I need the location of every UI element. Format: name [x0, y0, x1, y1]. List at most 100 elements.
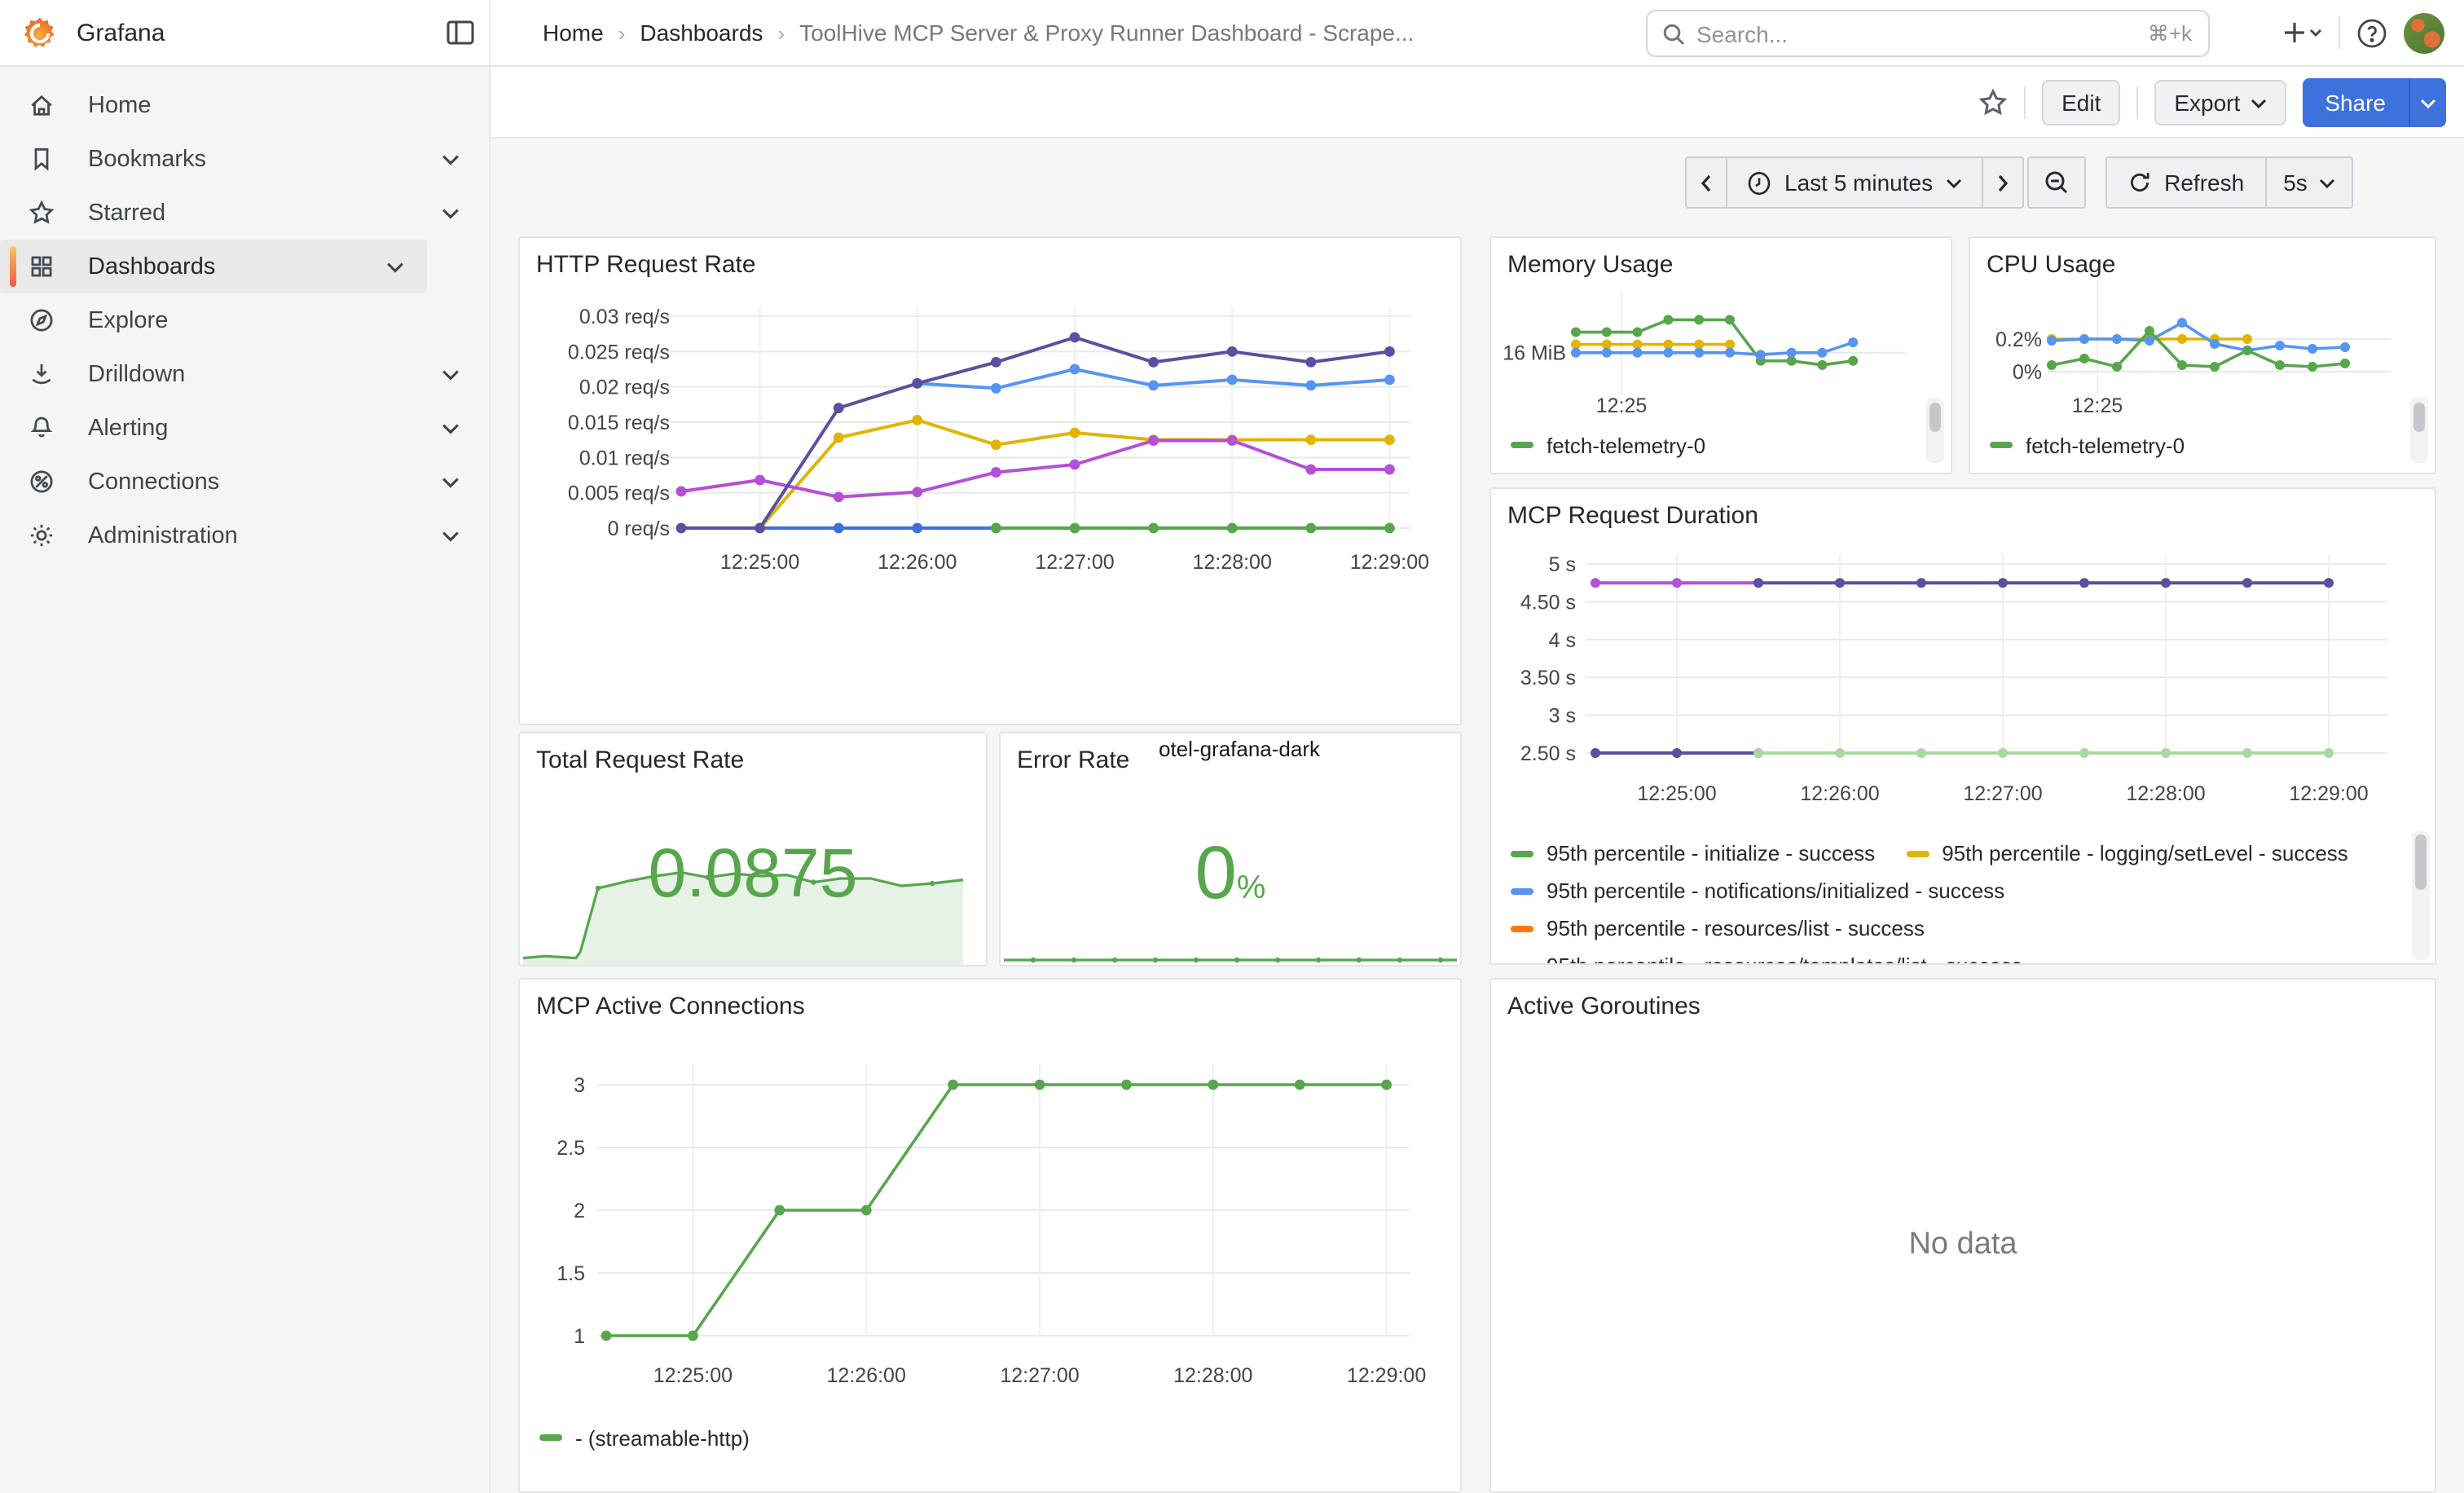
- panel-http-request-rate: HTTP Request Rate 0 req/s0.005 req/s0.01…: [518, 236, 1462, 725]
- time-back-button[interactable]: [1685, 156, 1727, 209]
- dashboards-grid-icon: [28, 253, 55, 280]
- legend-item[interactable]: fetch-telemetry-0: [1511, 433, 1705, 457]
- sidebar-item-bookmarks[interactable]: Bookmarks: [0, 132, 482, 186]
- panel-title[interactable]: MCP Active Connections: [536, 993, 805, 1020]
- edit-button[interactable]: Edit: [2042, 80, 2120, 126]
- svg-text:12:26:00: 12:26:00: [827, 1364, 906, 1387]
- sidebar-item-label: Connections: [88, 469, 442, 495]
- nav-actions: [2283, 0, 2464, 65]
- sidebar-item-home[interactable]: Home: [0, 78, 482, 132]
- drilldown-icon: [28, 360, 55, 388]
- share-menu-caret[interactable]: [2409, 78, 2446, 127]
- legend-scrollbar[interactable]: [2415, 835, 2427, 890]
- chevron-down-icon[interactable]: [442, 413, 460, 443]
- refresh-interval-dropdown[interactable]: 5s: [2267, 156, 2353, 209]
- panel-title[interactable]: Error Rate: [1017, 746, 1129, 774]
- sidebar-item-drilldown[interactable]: Drilldown: [0, 347, 482, 401]
- legend-label: fetch-telemetry-0: [1547, 433, 1705, 457]
- search-input[interactable]: Search... ⌘+k: [1646, 10, 2210, 57]
- panel-title[interactable]: HTTP Request Rate: [536, 251, 756, 279]
- memory-legend: fetch-telemetry-0: [1511, 427, 1915, 469]
- svg-text:12:26:00: 12:26:00: [1800, 782, 1879, 805]
- sidebar-item-label: Explore: [88, 307, 482, 333]
- legend-item[interactable]: - (streamable-http): [539, 1425, 750, 1450]
- sidebar-item-administration[interactable]: Administration: [0, 509, 482, 562]
- zoom-out-button[interactable]: [2027, 156, 2086, 209]
- search-shortcut: ⌘+k: [2148, 20, 2192, 46]
- duration-legend: 95th percentile - initialize - success 95…: [1511, 835, 2399, 963]
- panel-cpu-usage: CPU Usage 0%0.2%12:25 fetch-telemetry-0: [1969, 236, 2436, 474]
- svg-text:0.015 req/s: 0.015 req/s: [568, 412, 670, 434]
- chevron-down-icon: [1946, 177, 1962, 188]
- no-data-message: No data: [1491, 1227, 2435, 1263]
- svg-text:12:28:00: 12:28:00: [2126, 782, 2205, 805]
- panel-title[interactable]: MCP Request Duration: [1507, 502, 1758, 530]
- sidebar-item-dashboards[interactable]: Dashboards: [0, 240, 427, 293]
- sidebar-item-explore[interactable]: Explore: [0, 293, 482, 347]
- share-button[interactable]: Share: [2302, 78, 2409, 127]
- legend-label: - (streamable-http): [575, 1425, 750, 1450]
- chevron-down-icon[interactable]: [442, 198, 460, 227]
- breadcrumb-dashboards[interactable]: Dashboards: [640, 20, 763, 46]
- legend-scrollbar[interactable]: [2413, 403, 2425, 432]
- svg-text:12:27:00: 12:27:00: [1035, 551, 1114, 574]
- refresh-label: Refresh: [2164, 170, 2244, 196]
- clock-icon: [1747, 170, 1771, 195]
- legend-item[interactable]: 95th percentile - notifications/initiali…: [1511, 879, 2004, 903]
- refresh-button[interactable]: Refresh: [2105, 156, 2267, 209]
- sidebar-item-label: Home: [88, 92, 482, 118]
- panel-title[interactable]: CPU Usage: [1987, 251, 2115, 279]
- svg-text:12:25: 12:25: [2072, 394, 2123, 417]
- breadcrumb-separator: ›: [618, 20, 626, 45]
- stat-value: 0.0875: [520, 835, 986, 913]
- panel-title[interactable]: Total Request Rate: [536, 746, 744, 774]
- series-color-chip: [539, 1434, 562, 1441]
- panel-title[interactable]: Active Goroutines: [1507, 993, 1701, 1020]
- legend-item[interactable]: 95th percentile - logging/setLevel - suc…: [1906, 841, 2348, 865]
- star-dashboard-icon[interactable]: [1978, 88, 2008, 117]
- toolbar-divider: [2136, 86, 2138, 119]
- chevron-down-icon[interactable]: [442, 144, 460, 174]
- svg-text:12:25: 12:25: [1596, 394, 1648, 417]
- legend-item[interactable]: 95th percentile - resources/templates/li…: [1511, 953, 2022, 963]
- svg-text:4 s: 4 s: [1549, 629, 1576, 652]
- svg-text:0.03 req/s: 0.03 req/s: [579, 306, 670, 328]
- panel-title[interactable]: Memory Usage: [1507, 251, 1673, 279]
- series-color-chip: [1511, 442, 1533, 448]
- legend-scrollbar[interactable]: [1929, 403, 1941, 432]
- connections-icon: [28, 468, 55, 495]
- legend-item[interactable]: fetch-telemetry-0: [1990, 433, 2185, 457]
- chevron-down-icon[interactable]: [442, 467, 460, 496]
- svg-text:0.005 req/s: 0.005 req/s: [568, 482, 670, 505]
- sidebar-item-label: Starred: [88, 200, 442, 226]
- legend-label: 95th percentile - initialize - success: [1547, 841, 1875, 865]
- chevron-down-icon[interactable]: [442, 359, 460, 389]
- help-icon[interactable]: [2356, 17, 2387, 48]
- svg-text:12:29:00: 12:29:00: [1347, 1364, 1426, 1387]
- panel-memory-usage: Memory Usage 16 MiB12:25 fetch-telemetry…: [1489, 236, 1952, 474]
- grafana-logo-icon[interactable]: [23, 15, 57, 50]
- time-range-picker[interactable]: Last 5 minutes: [1727, 156, 1983, 209]
- svg-text:2: 2: [574, 1200, 585, 1222]
- breadcrumb-home[interactable]: Home: [543, 20, 604, 46]
- sidebar-item-starred[interactable]: Starred: [0, 186, 482, 240]
- add-button[interactable]: [2283, 20, 2322, 46]
- sidebar-item-connections[interactable]: Connections: [0, 455, 482, 509]
- sidebar-toggle-icon[interactable]: [447, 20, 474, 46]
- panel-mcp-active-connections: MCP Active Connections 11.522.5312:25:00…: [518, 978, 1462, 1493]
- compass-icon: [28, 306, 55, 334]
- http-request-rate-chart: 0 req/s0.005 req/s0.01 req/s0.015 req/s0…: [520, 238, 1460, 724]
- chevron-down-icon[interactable]: [442, 521, 460, 550]
- time-forward-button[interactable]: [1983, 156, 2024, 209]
- chevron-down-icon[interactable]: [386, 252, 404, 281]
- export-button[interactable]: Export: [2154, 80, 2286, 126]
- breadcrumb-current: ToolHive MCP Server & Proxy Runner Dashb…: [799, 20, 1414, 46]
- legend-item[interactable]: 95th percentile - resources/list - succe…: [1511, 916, 1925, 940]
- breadcrumb: Home › Dashboards › ToolHive MCP Server …: [543, 20, 1414, 46]
- grafana-app: Grafana Home › Dashboards › ToolHive MCP…: [0, 0, 2464, 1493]
- legend-item[interactable]: 95th percentile - initialize - success: [1511, 841, 1875, 865]
- svg-text:3: 3: [574, 1074, 585, 1097]
- user-avatar[interactable]: [2404, 12, 2444, 53]
- sidebar-item-alerting[interactable]: Alerting: [0, 401, 482, 455]
- svg-text:0%: 0%: [2013, 361, 2042, 384]
